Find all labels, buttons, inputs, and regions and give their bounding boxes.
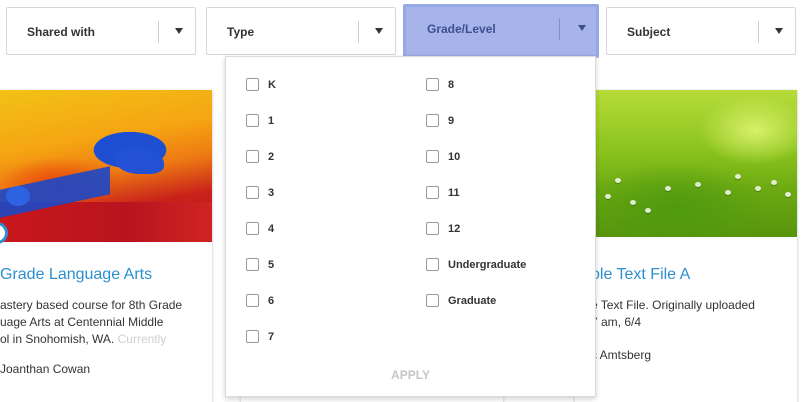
filter-type[interactable]: Type	[206, 7, 396, 55]
chevron-down-icon[interactable]	[578, 25, 586, 31]
card-thumbnail	[0, 90, 212, 242]
checkbox[interactable]	[246, 294, 259, 307]
resource-card[interactable]: ole Text File A e Text File. Originally …	[575, 90, 797, 402]
description-line: e Text File. Originally uploaded	[591, 298, 755, 312]
checkbox[interactable]	[426, 186, 439, 199]
option-label: Graduate	[448, 295, 497, 307]
option-label: 8	[448, 79, 455, 91]
card-author: Joanthan Cowan	[0, 362, 91, 376]
description-line: astery based course for 8th Grade	[0, 298, 183, 312]
checkbox[interactable]	[426, 222, 439, 235]
checkbox[interactable]	[426, 258, 439, 271]
divider	[758, 21, 759, 43]
description-text: ol in Snohomish, WA.	[0, 332, 118, 346]
card-thumbnail	[575, 90, 797, 237]
option-label: K	[268, 79, 276, 91]
option-label: 11	[448, 187, 460, 199]
checkbox[interactable]	[246, 258, 259, 271]
grade-level-dropdown: APPLY K 1 2 3 4 5 6 7 8 9 10 11 12 Undergraduate Gradu…	[225, 56, 596, 397]
checkbox[interactable]	[426, 78, 439, 91]
card-title[interactable]: ole Text File A	[591, 266, 690, 284]
course-card[interactable]: Grade Language Arts astery based course …	[0, 90, 212, 402]
option-label: 4	[268, 223, 275, 235]
divider	[158, 21, 159, 43]
filter-label: Type	[227, 25, 255, 39]
divider	[358, 21, 359, 43]
option-label: 2	[268, 151, 275, 163]
description-text-faded: Currently	[117, 332, 167, 346]
card-title[interactable]: Grade Language Arts	[0, 266, 152, 284]
checkbox[interactable]	[246, 186, 259, 199]
chevron-down-icon[interactable]	[175, 28, 183, 34]
option-label: 3	[268, 187, 275, 199]
apply-button[interactable]: APPLY	[226, 368, 595, 382]
option-label: 6	[268, 295, 275, 307]
filter-grade-level[interactable]: Grade/Level	[403, 4, 599, 58]
option-label: 7	[268, 331, 275, 343]
checkbox[interactable]	[246, 114, 259, 127]
option-label: Undergraduate	[448, 259, 527, 271]
checkbox[interactable]	[426, 294, 439, 307]
chevron-down-icon[interactable]	[775, 28, 783, 34]
checkbox[interactable]	[426, 150, 439, 163]
filter-subject[interactable]: Subject	[606, 7, 796, 55]
checkbox[interactable]	[246, 222, 259, 235]
card-description: astery based course for 8th Grade uage A…	[0, 297, 182, 348]
checkbox[interactable]	[426, 114, 439, 127]
option-label: 12	[448, 223, 461, 235]
card-author: c Amtsberg	[591, 348, 652, 362]
filter-label: Grade/Level	[427, 22, 496, 36]
checkbox[interactable]	[246, 330, 259, 343]
option-label: 1	[268, 115, 275, 127]
filter-label: Shared with	[27, 25, 96, 39]
checkbox[interactable]	[246, 150, 259, 163]
option-label: 9	[448, 115, 455, 127]
description-line: 7 am, 6/4	[591, 315, 642, 329]
filter-label: Subject	[627, 25, 671, 39]
description-line: ol in Snohomish, WA. Currently	[0, 331, 182, 348]
option-label: 10	[448, 151, 461, 163]
filter-shared-with[interactable]: Shared with	[6, 7, 196, 55]
chevron-down-icon[interactable]	[375, 28, 383, 34]
description-line: uage Arts at Centennial Middle	[0, 315, 164, 329]
checkbox[interactable]	[246, 78, 259, 91]
option-label: 5	[268, 259, 275, 271]
card-description: e Text File. Originally uploaded 7 am, 6…	[591, 297, 755, 331]
divider	[559, 18, 560, 40]
